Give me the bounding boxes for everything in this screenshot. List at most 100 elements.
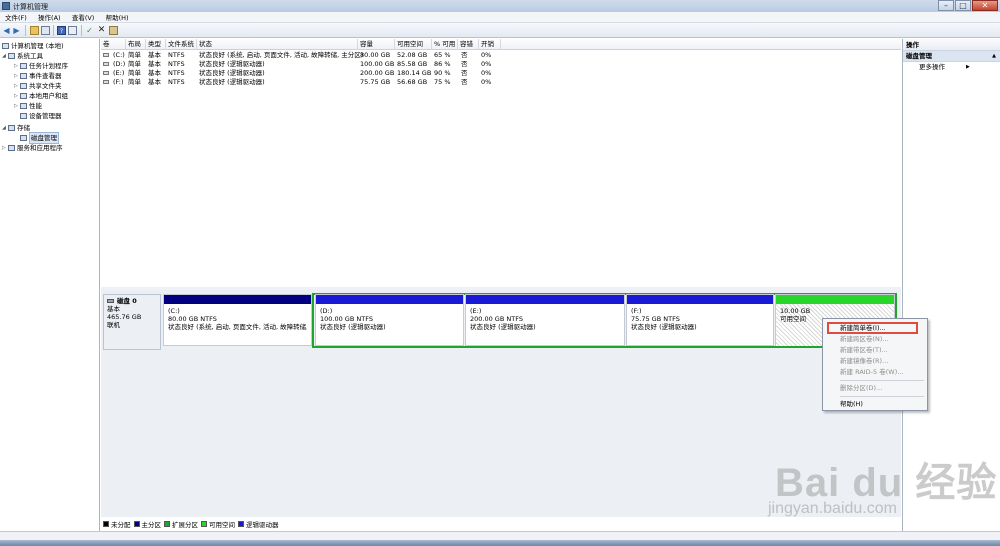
column-header-overhead[interactable]: 开销 <box>479 39 501 50</box>
cell-capacity: 100.00 GB <box>360 60 395 68</box>
close-button[interactable]: ✕ <box>972 0 998 11</box>
drive-icon <box>103 80 109 84</box>
collapse-section-icon[interactable]: ▲ <box>992 51 996 62</box>
menu-item-delete-partition[interactable]: 删除分区(D)... <box>840 383 882 393</box>
legend-label: 可用空间 <box>209 521 235 529</box>
partition-name: (D:) <box>320 307 333 315</box>
partition-status: 状态良好 (逻辑驱动器) <box>470 323 536 331</box>
cell-status: 状态良好 (逻辑驱动器) <box>199 78 265 86</box>
tree-item-services-applications[interactable]: ▷ 服务和应用程序 <box>2 143 63 153</box>
disk-icon <box>107 299 114 303</box>
partition-size: 100.00 GB NTFS <box>320 315 373 323</box>
partition-size: 10.00 GB <box>780 307 811 315</box>
menu-item-new-striped-volume[interactable]: 新建带区卷(T)... <box>840 345 888 355</box>
tree-item-event-viewer[interactable]: ▷ 事件查看器 <box>14 71 62 81</box>
tree-item-device-manager[interactable]: 设备管理器 <box>14 111 62 121</box>
table-row[interactable]: (F:) 简单 基本 NTFS 状态良好 (逻辑驱动器) 75.75 GB 56… <box>101 78 901 87</box>
cell-capacity: 75.75 GB <box>360 78 391 86</box>
legend-label: 未分配 <box>111 521 131 529</box>
cell-type: 基本 <box>148 51 161 59</box>
properties-icon[interactable] <box>109 26 118 35</box>
table-row[interactable]: (C:) 简单 基本 NTFS 状态良好 (系统, 启动, 页面文件, 活动, … <box>101 51 901 60</box>
drive-icon <box>103 71 109 75</box>
tree-item-computer-management[interactable]: 计算机管理 (本地) <box>2 41 64 51</box>
show-pane-icon[interactable] <box>41 26 50 35</box>
tree-item-disk-management[interactable]: 磁盘管理 <box>14 132 59 144</box>
folder-up-icon[interactable] <box>30 26 39 35</box>
column-header-fault-tolerance[interactable]: 容错 <box>458 39 479 50</box>
device-manager-icon <box>20 113 27 119</box>
menu-item-new-spanned-volume[interactable]: 新建跨区卷(N)... <box>840 334 889 344</box>
tree-item-storage[interactable]: ◢ 存储 <box>2 123 30 133</box>
table-row[interactable]: (E:) 简单 基本 NTFS 状态良好 (逻辑驱动器) 200.00 GB 1… <box>101 69 901 78</box>
column-header-filesystem[interactable]: 文件系统 <box>166 39 197 50</box>
tree-item-shared-folders[interactable]: ▷ 共享文件夹 <box>14 81 62 91</box>
cell-capacity: 80.00 GB <box>360 51 391 59</box>
column-header-type[interactable]: 类型 <box>146 39 166 50</box>
cell-status: 状态良好 (逻辑驱动器) <box>199 69 265 77</box>
list-icon[interactable] <box>68 26 77 35</box>
navigation-tree: 计算机管理 (本地) ◢ 系统工具 ▷ 任务计划程序 ▷ 事件查看器 ▷ 共享文件夹 ▷… <box>0 39 100 531</box>
maximize-button[interactable]: □ <box>955 0 971 11</box>
menu-item-new-mirrored-volume[interactable]: 新建镜像卷(R)... <box>840 356 888 366</box>
legend-label: 主分区 <box>141 521 162 529</box>
tree-item-task-scheduler[interactable]: ▷ 任务计划程序 <box>14 61 68 71</box>
tree-item-local-users-groups[interactable]: ▷ 本地用户和组 <box>14 91 68 101</box>
minimize-button[interactable]: – <box>938 0 954 11</box>
menu-file[interactable]: 文件(F) <box>0 12 31 23</box>
table-row[interactable]: (D:) 简单 基本 NTFS 状态良好 (逻辑驱动器) 100.00 GB 8… <box>101 60 901 69</box>
column-header-volume[interactable]: 卷 <box>101 39 126 50</box>
cell-volume: (D:) <box>113 60 126 68</box>
tree-item-system-tools[interactable]: ◢ 系统工具 <box>2 51 43 61</box>
column-header-capacity[interactable]: 容量 <box>358 39 395 50</box>
column-header-free-space[interactable]: 可用空间 <box>395 39 432 50</box>
title-bar: 计算机管理 – □ ✕ <box>0 0 1000 12</box>
actions-header: 操作 <box>903 39 1000 51</box>
cell-volume: (C:) <box>113 51 125 59</box>
menu-action[interactable]: 操作(A) <box>33 12 65 23</box>
partition-status: 状态良好 (逻辑驱动器) <box>631 323 697 331</box>
forward-arrow-icon[interactable]: ▶ <box>12 26 21 35</box>
cell-overhead: 0% <box>481 60 492 68</box>
disk-name: 磁盘 0 <box>117 297 137 305</box>
check-icon[interactable]: ✓ <box>85 26 94 35</box>
disk-type: 基本 <box>107 305 120 313</box>
delete-icon[interactable]: ✕ <box>97 26 106 35</box>
cell-fault-tolerance: 否 <box>461 60 468 68</box>
tree-item-performance[interactable]: ▷ 性能 <box>14 101 42 111</box>
partition-c[interactable]: (C:) 80.00 GB NTFS 状态良好 (系统, 启动, 页面文件, 活… <box>163 294 312 346</box>
column-header-status[interactable]: 状态 <box>197 39 358 50</box>
cell-type: 基本 <box>148 69 161 77</box>
partition-f[interactable]: (F:) 75.75 GB NTFS 状态良好 (逻辑驱动器) <box>626 294 774 346</box>
cell-percent-free: 90 % <box>434 69 451 77</box>
more-actions[interactable]: 更多操作 ▶ <box>903 62 1000 73</box>
computer-management-icon <box>2 2 10 10</box>
column-header-percent-free[interactable]: % 可用 <box>432 39 458 50</box>
menu-item-new-raid5-volume[interactable]: 新建 RAID-5 卷(W)... <box>840 367 903 377</box>
partition-bar <box>164 295 311 304</box>
menu-item-help[interactable]: 帮助(H) <box>840 399 863 409</box>
partition-e[interactable]: (E:) 200.00 GB NTFS 状态良好 (逻辑驱动器) <box>465 294 625 346</box>
more-actions-label: 更多操作 <box>919 63 945 71</box>
users-icon <box>20 93 27 99</box>
menu-help[interactable]: 帮助(H) <box>101 12 133 23</box>
window-title: 计算机管理 <box>13 3 48 11</box>
cell-type: 基本 <box>148 78 161 86</box>
cell-layout: 简单 <box>128 60 141 68</box>
actions-section-disk-management[interactable]: 磁盘管理 ▲ <box>903 51 1000 62</box>
tools-icon <box>8 53 15 59</box>
column-header-layout[interactable]: 布局 <box>126 39 146 50</box>
back-arrow-icon[interactable]: ◀ <box>2 26 11 35</box>
cell-status: 状态良好 (系统, 启动, 页面文件, 活动, 故障转储, 主分区) <box>199 51 364 59</box>
partition-d[interactable]: (D:) 100.00 GB NTFS 状态良好 (逻辑驱动器) <box>315 294 464 346</box>
help-icon[interactable]: ? <box>57 26 66 35</box>
context-menu: 新建简单卷(I)... 新建跨区卷(N)... 新建带区卷(T)... 新建镜像… <box>822 318 928 411</box>
submenu-arrow-icon: ▶ <box>966 64 970 70</box>
cell-percent-free: 75 % <box>434 78 451 86</box>
menu-view[interactable]: 查看(V) <box>67 12 99 23</box>
disk-size: 465.76 GB <box>107 313 142 321</box>
disk-info[interactable]: 磁盘 0 基本 465.76 GB 联机 <box>103 294 161 350</box>
cell-fault-tolerance: 否 <box>461 69 468 77</box>
computer-icon <box>2 43 9 49</box>
partition-size: 80.00 GB NTFS <box>168 315 217 323</box>
